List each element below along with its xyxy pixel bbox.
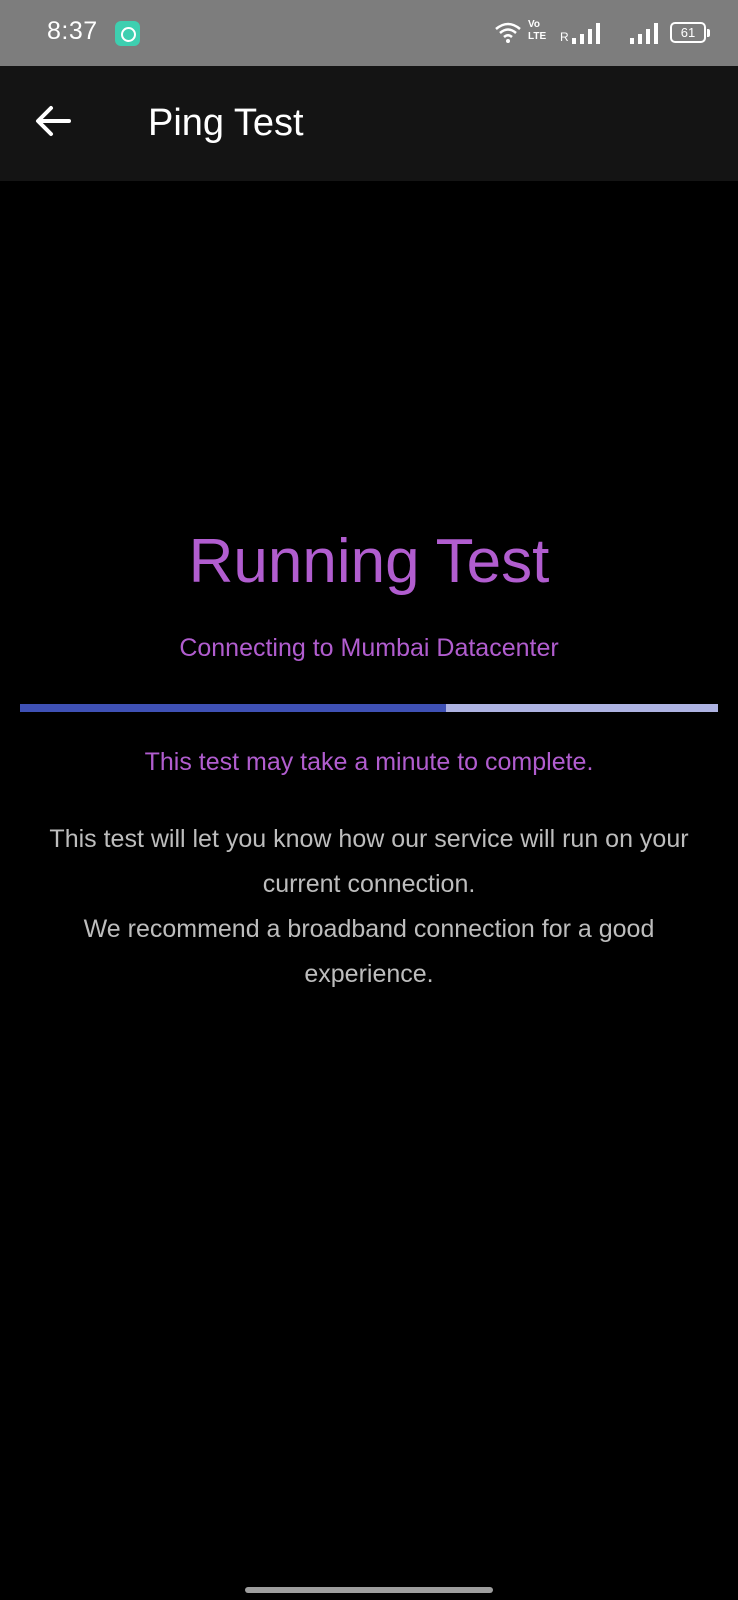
main-content: Running Test Connecting to Mumbai Datace… <box>0 181 738 1600</box>
app-bar: Ping Test <box>0 66 738 181</box>
description-line: We recommend a broadband connection for … <box>83 915 655 988</box>
test-status-heading: Running Test <box>188 527 550 596</box>
page-title: Ping Test <box>148 102 304 144</box>
app-notification-icon <box>115 21 140 46</box>
status-icons: Vo LTE R 61 <box>478 0 738 66</box>
battery-icon: 61 <box>670 22 710 43</box>
volte-icon: Vo LTE <box>528 19 547 42</box>
duration-note: This test may take a minute to complete. <box>144 748 594 776</box>
home-indicator[interactable] <box>245 1587 493 1593</box>
connection-status-text: Connecting to Mumbai Datacenter <box>179 634 559 662</box>
signal-strength-icon <box>630 23 658 44</box>
status-bar: 8:37 Vo LTE R 61 <box>0 0 738 66</box>
description-line: This test will let you know how our serv… <box>49 825 689 898</box>
arrow-back-icon <box>36 106 71 136</box>
roaming-indicator: R <box>560 30 569 44</box>
signal-strength-icon <box>572 23 600 44</box>
wifi-icon <box>495 22 521 43</box>
status-time: 8:37 <box>47 17 98 45</box>
test-description: This test will let you know how our serv… <box>20 817 718 997</box>
back-button[interactable] <box>28 96 78 146</box>
progress-bar-fill <box>20 704 446 712</box>
progress-bar <box>20 704 718 712</box>
